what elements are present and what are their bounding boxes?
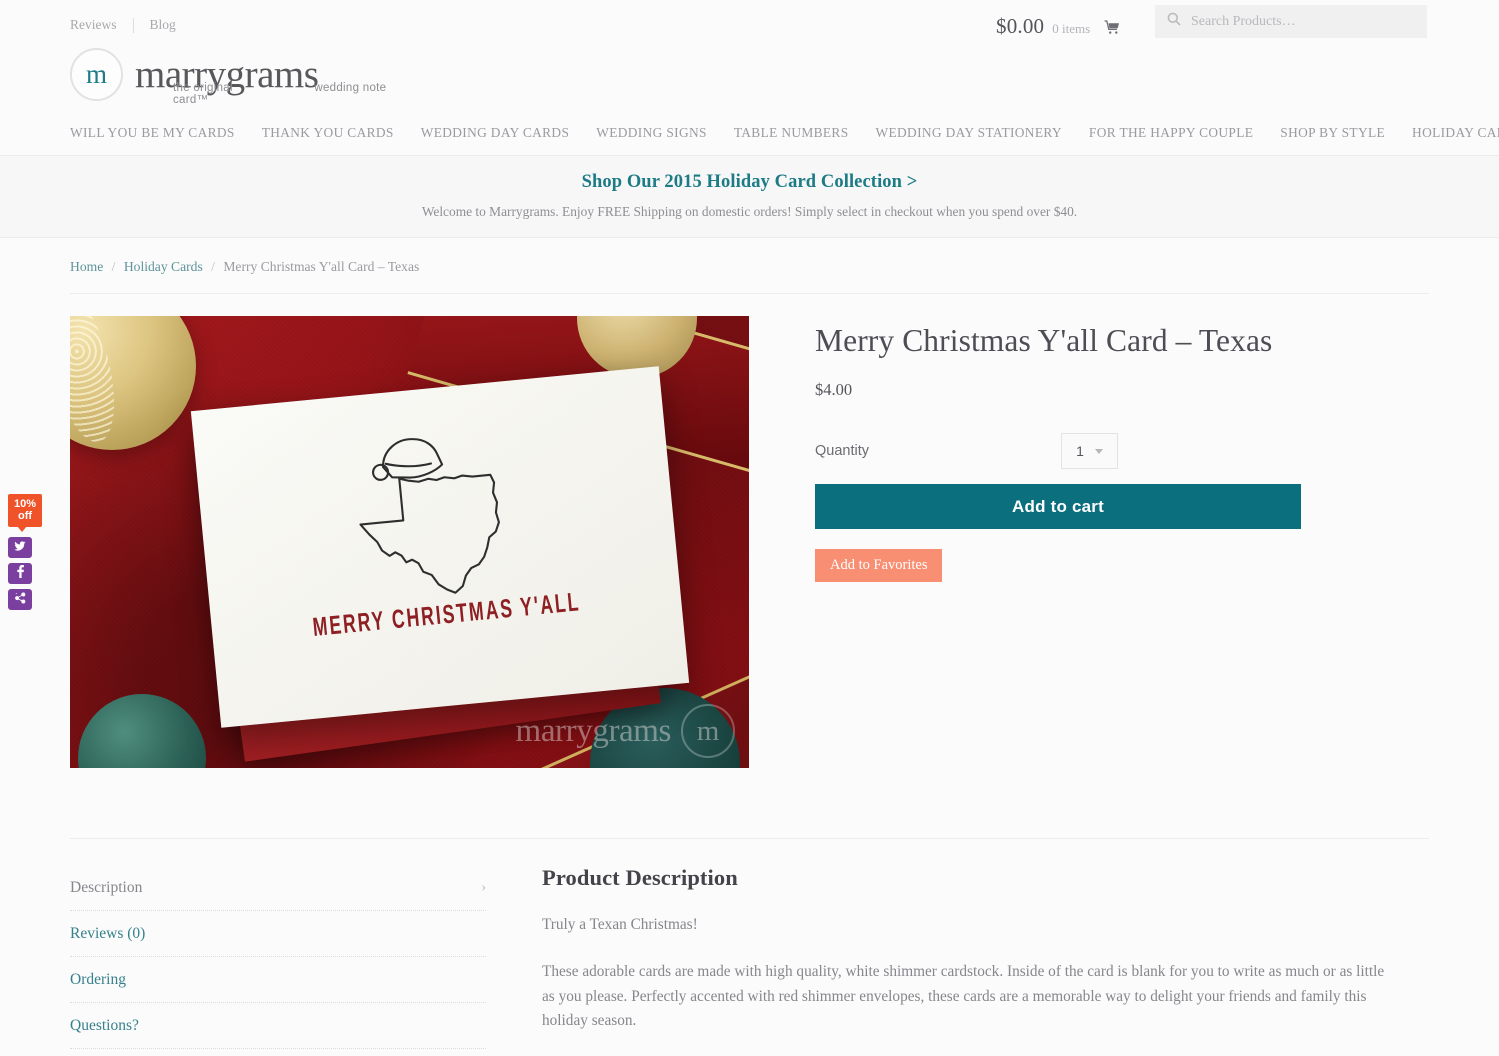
- page-title: Merry Christmas Y'all Card – Texas: [815, 323, 1273, 358]
- promo-banner: Shop Our 2015 Holiday Card Collection > …: [0, 156, 1499, 238]
- add-to-cart-button[interactable]: Add to cart: [815, 484, 1301, 530]
- watermark-logo-icon: m: [681, 704, 735, 758]
- breadcrumb-home[interactable]: Home: [70, 259, 103, 274]
- tab-questions[interactable]: Questions?: [70, 1003, 486, 1049]
- nav-item-will-you-be-my-cards[interactable]: WILL YOU BE MY CARDS: [70, 125, 235, 141]
- search-input[interactable]: [1191, 13, 1401, 30]
- details-section: Description › Reviews (0) Ordering Quest…: [0, 839, 1499, 1056]
- search-box[interactable]: [1155, 5, 1427, 38]
- nav-item-wedding-day-cards[interactable]: WEDDING DAY CARDS: [421, 125, 570, 141]
- texas-with-santa-hat-icon: [339, 410, 536, 609]
- nav-item-table-numbers[interactable]: TABLE NUMBERS: [734, 125, 849, 141]
- product-image[interactable]: MERRY CHRISTMAS Y'ALL marrygrams m: [70, 316, 749, 768]
- description-heading: Product Description: [542, 865, 738, 890]
- promo-subtext: Welcome to Marrygrams. Enjoy FREE Shippi…: [421, 204, 1078, 219]
- site-logo[interactable]: m marrygrams the original wedding note c…: [70, 48, 386, 106]
- cart-total: $0.00: [996, 14, 1045, 38]
- social-share-rail: 10% off: [8, 494, 42, 610]
- nav-item-shop-by-style[interactable]: SHOP BY STYLE: [1280, 125, 1385, 141]
- share-icon: [14, 591, 27, 609]
- chevron-down-icon: [1094, 448, 1103, 454]
- watermark-wordmark: marrygrams: [515, 712, 672, 749]
- quantity-select[interactable]: 1: [1061, 433, 1118, 470]
- top-utility-bar: Reviews Blog $0.00 0 items: [0, 0, 1499, 48]
- purchase-panel: Merry Christmas Y'all Card – Texas $4.00…: [749, 316, 1301, 768]
- description-paragraph-1: Truly a Texan Christmas!: [542, 916, 698, 933]
- logo-row: m marrygrams the original wedding note c…: [0, 48, 1499, 110]
- product-section: MERRY CHRISTMAS Y'ALL marrygrams m Merry…: [0, 294, 1499, 768]
- blog-link[interactable]: Blog: [150, 17, 176, 33]
- utility-links: Reviews Blog: [70, 17, 176, 33]
- breadcrumb-category[interactable]: Holiday Cards: [124, 259, 203, 274]
- greeting-card: MERRY CHRISTMAS Y'ALL: [190, 366, 690, 728]
- quantity-label: Quantity: [815, 443, 869, 460]
- tab-description[interactable]: Description ›: [70, 865, 486, 911]
- facebook-share-button[interactable]: [8, 563, 32, 584]
- promo-headline-link[interactable]: Shop Our 2015 Holiday Card Collection >: [582, 172, 918, 193]
- quantity-row: Quantity 1: [815, 433, 1301, 470]
- breadcrumb-separator-1: /: [111, 259, 116, 274]
- breadcrumb-separator-2: /: [211, 259, 215, 274]
- tab-questions-label: Questions?: [70, 1016, 139, 1034]
- breadcrumb-current: Merry Christmas Y'all Card – Texas: [223, 259, 420, 274]
- reviews-link[interactable]: Reviews: [70, 17, 117, 33]
- discount-badge[interactable]: 10% off: [8, 494, 42, 532]
- logo-mark-icon: m: [70, 48, 123, 101]
- nav-item-for-the-happy-couple[interactable]: FOR THE HAPPY COUPLE: [1089, 125, 1253, 141]
- logo-tagline-left: the original: [173, 82, 233, 94]
- tab-description-label: Description: [70, 878, 143, 896]
- main-navigation: WILL YOU BE MY CARDS THANK YOU CARDS WED…: [0, 110, 1499, 156]
- logo-tagline: the original wedding note card™: [173, 82, 423, 106]
- tab-ordering-label: Ordering: [70, 970, 126, 988]
- add-to-favorites-button[interactable]: Add to Favorites: [815, 549, 943, 583]
- description-paragraph-2: These adorable cards are made with high …: [542, 962, 1385, 1030]
- twitter-icon: [14, 539, 26, 557]
- shopping-cart-icon[interactable]: [1104, 20, 1120, 40]
- nav-item-thank-you-cards[interactable]: THANK YOU CARDS: [262, 125, 394, 141]
- utility-divider: [132, 17, 134, 33]
- breadcrumb: Home / Holiday Cards / Merry Christmas Y…: [0, 238, 1499, 275]
- tab-reviews[interactable]: Reviews (0): [70, 911, 486, 957]
- search-icon: [1167, 12, 1181, 31]
- tab-reviews-label: Reviews (0): [70, 924, 146, 942]
- nav-item-holiday-cards[interactable]: HOLIDAY CARDS: [1412, 125, 1499, 141]
- tab-ordering[interactable]: Ordering: [70, 957, 486, 1003]
- cart-item-count: 0 items: [1052, 21, 1091, 36]
- cart-summary[interactable]: $0.00 0 items: [996, 14, 1120, 39]
- logo-text-group: marrygrams the original wedding note car…: [135, 55, 386, 106]
- nav-item-wedding-signs[interactable]: WEDDING SIGNS: [596, 125, 707, 141]
- twitter-share-button[interactable]: [8, 537, 32, 558]
- quantity-value: 1: [1076, 443, 1084, 460]
- description-panel: Product Description Truly a Texan Christ…: [486, 865, 1386, 1056]
- image-watermark: marrygrams m: [516, 704, 735, 758]
- product-tabs: Description › Reviews (0) Ordering Quest…: [70, 865, 486, 1056]
- more-share-button[interactable]: [8, 589, 32, 610]
- nav-item-wedding-day-stationery[interactable]: WEDDING DAY STATIONERY: [876, 125, 1062, 141]
- product-price: $4.00: [815, 380, 853, 400]
- facebook-icon: [16, 564, 24, 583]
